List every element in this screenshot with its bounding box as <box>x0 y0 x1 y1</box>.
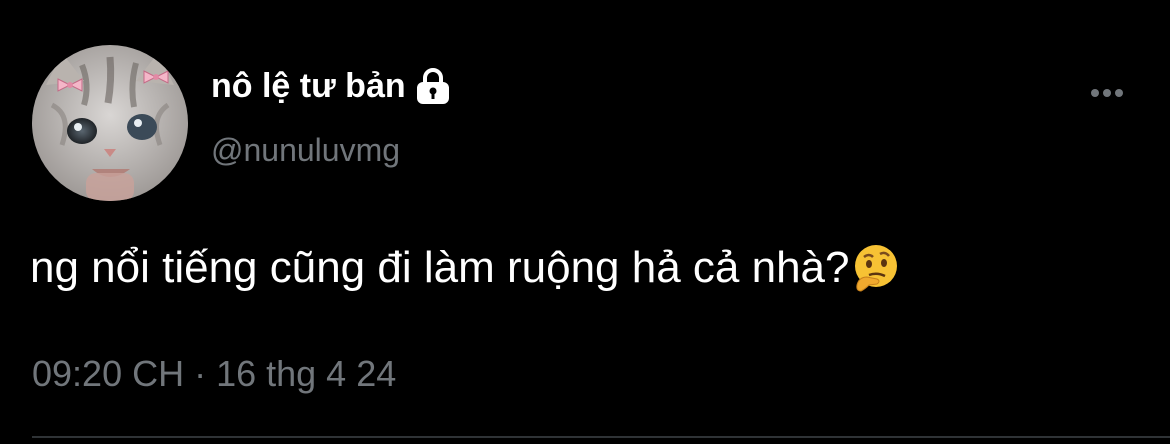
lock-icon <box>414 67 452 105</box>
display-name[interactable]: nô lệ tư bản <box>211 64 406 108</box>
cat-avatar-image <box>32 45 188 201</box>
tweet-text-row: ng nổi tiếng cũng đi làm ruộng hả cả nhà… <box>30 238 901 298</box>
author-name-row[interactable]: nô lệ tư bản <box>211 64 452 108</box>
divider <box>32 436 1170 438</box>
author-handle[interactable]: @nunuluvmg <box>211 128 400 172</box>
thinking-face-icon <box>851 243 901 293</box>
tweet-timestamp[interactable]: 09:20 CH · 16 thg 4 24 <box>32 352 396 396</box>
avatar[interactable] <box>32 45 188 201</box>
more-options-button[interactable] <box>1082 78 1132 112</box>
tweet-card: nô lệ tư bản @nunuluvmg ng nổi tiếng cũn… <box>0 0 1170 444</box>
more-horizontal-icon <box>1087 86 1127 104</box>
tweet-text: ng nổi tiếng cũng đi làm ruộng hả cả nhà… <box>30 243 850 292</box>
